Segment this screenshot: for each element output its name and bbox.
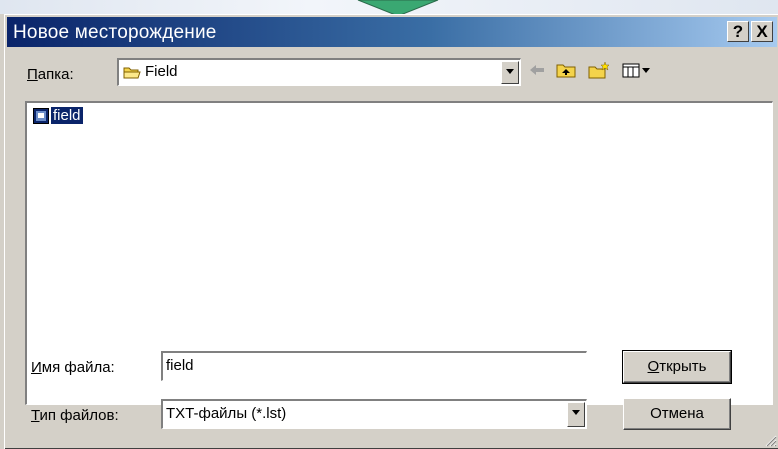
view-menu-icon[interactable]	[621, 61, 653, 79]
filetype-value: TXT-файлы (*.lst)	[166, 405, 287, 422]
open-button[interactable]: Открыть	[622, 350, 732, 384]
up-folder-icon[interactable]	[555, 61, 577, 79]
filename-input[interactable]: field	[161, 351, 587, 381]
filetype-combobox[interactable]: TXT-файлы (*.lst)	[161, 399, 587, 429]
folder-label: Папка:	[27, 66, 74, 83]
new-folder-icon[interactable]	[587, 61, 611, 79]
help-button[interactable]: ?	[727, 21, 749, 42]
filetype-label: Тип файлов:	[31, 407, 119, 424]
filetype-dropdown-button[interactable]	[567, 402, 585, 427]
back-arrow-icon[interactable]	[527, 61, 547, 79]
file-name: field	[51, 107, 83, 124]
filename-label: Имя файла:	[31, 359, 115, 376]
cancel-button[interactable]: Отмена	[623, 398, 731, 430]
folder-dropdown-button[interactable]	[501, 61, 519, 84]
folder-combobox[interactable]: Field	[117, 58, 521, 86]
title-bar[interactable]: Новое месторождение ? X	[7, 17, 777, 47]
folder-value: Field	[145, 63, 178, 80]
resize-grip-icon[interactable]	[763, 433, 777, 447]
close-button[interactable]: X	[751, 21, 773, 42]
folder-icon	[123, 67, 141, 79]
window-title: Новое месторождение	[13, 22, 217, 43]
file-icon	[33, 108, 49, 124]
filename-value: field	[166, 357, 194, 374]
open-file-dialog: Новое месторождение ? X Папка: Field fie…	[4, 14, 778, 449]
